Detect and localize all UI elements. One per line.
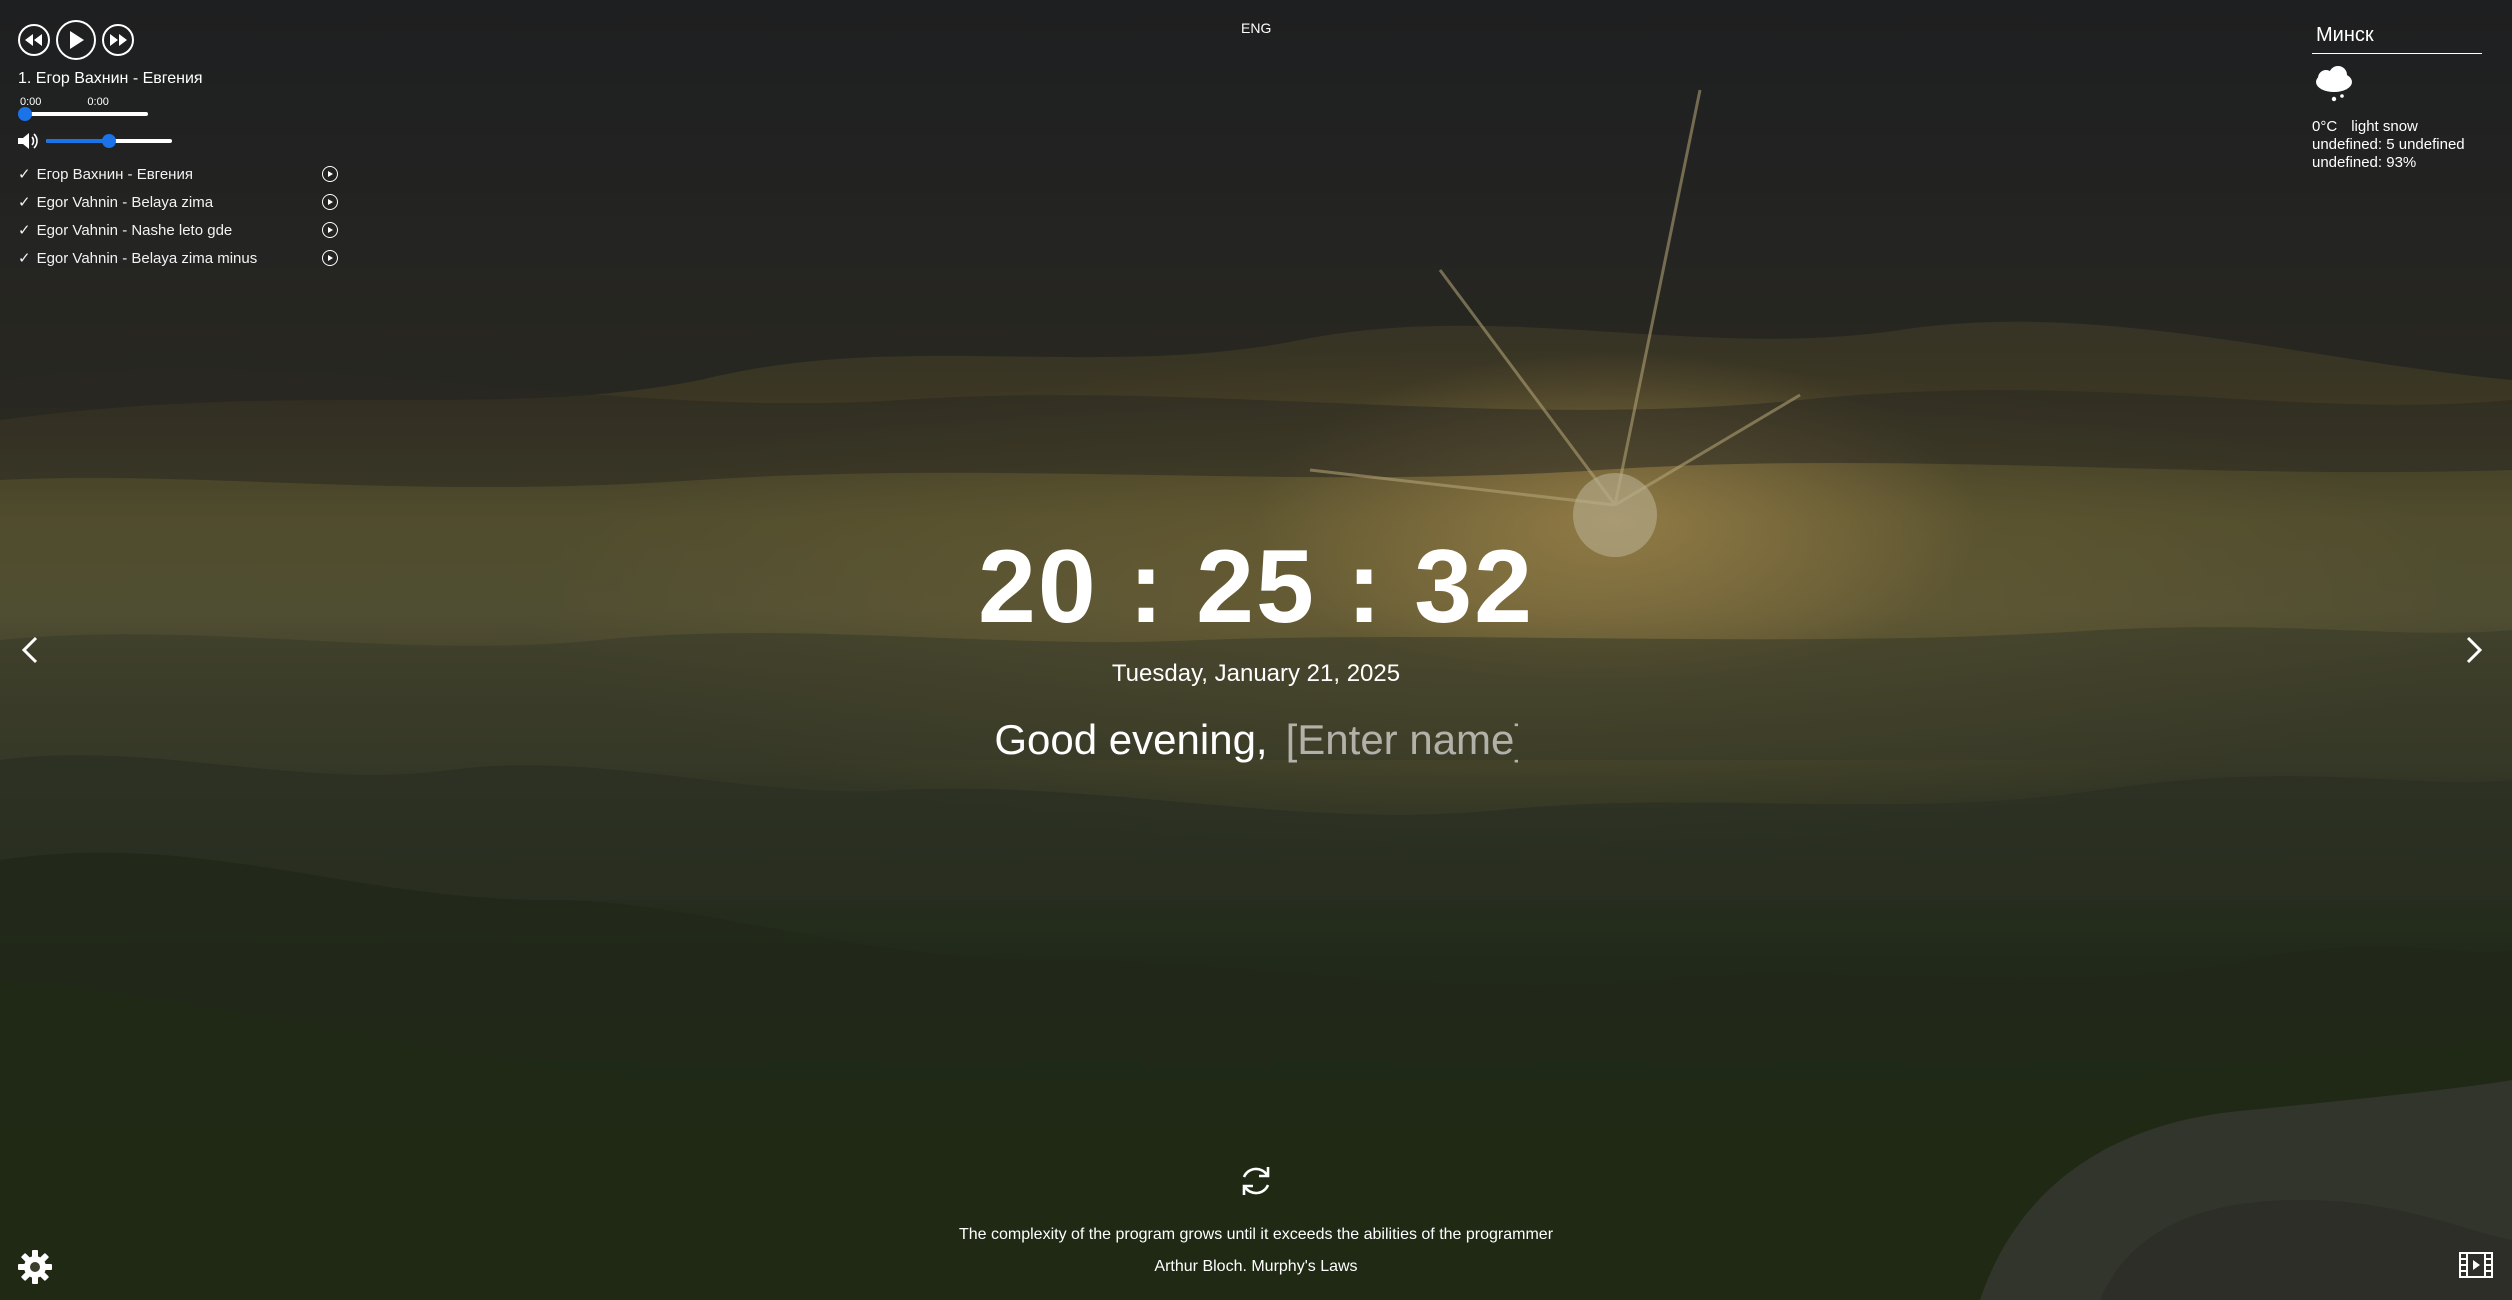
play-circle-icon[interactable] [322, 166, 338, 182]
film-icon [2459, 1252, 2493, 1278]
weather-widget: 0°C light snow undefined: 5 undefined un… [2312, 22, 2484, 172]
playlist-item[interactable]: ✓ Egor Vahnin - Belaya zima minus [18, 244, 338, 272]
playlist-item-title: Егор Вахнин - Евгения [36, 165, 193, 183]
time-total: 0:00 [87, 96, 109, 108]
cloud-snow-icon [2312, 66, 2356, 106]
volume-icon[interactable] [18, 132, 38, 150]
audio-player: 1. Егор Вахнин - Евгения 0:00 0:00 ✓ Его… [18, 20, 338, 272]
check-icon: ✓ [18, 166, 31, 183]
playlist-item-title: Egor Vahnin - Belaya zima minus [36, 249, 258, 267]
quote-author: Arthur Bloch. Murphy's Laws [1154, 1258, 1358, 1275]
check-icon: ✓ [18, 194, 31, 211]
check-icon: ✓ [18, 250, 31, 267]
clock-date: Tuesday, January 21, 2025 [1111, 660, 1401, 687]
play-circle-icon[interactable] [322, 194, 338, 210]
quote-text: The complexity of the program grows unti… [958, 1226, 1554, 1243]
clock-time: 20 : 25 : 32 [978, 529, 1534, 645]
player-controls [18, 20, 338, 60]
weather-temperature: 0°C [2312, 118, 2338, 135]
volume-slider[interactable] [46, 134, 172, 148]
language-toggle[interactable]: ENG [1241, 20, 1271, 36]
refresh-icon [1242, 1167, 1270, 1195]
gear-icon [18, 1250, 52, 1284]
playlist-item-title: Egor Vahnin - Nashe leto gde [36, 221, 233, 239]
current-track-title: 1. Егор Вахнин - Евгения [18, 70, 203, 87]
city-input[interactable] [2312, 22, 2482, 54]
rewind-icon [25, 34, 42, 46]
play-icon [70, 31, 84, 49]
play-circle-icon[interactable] [322, 250, 338, 266]
playlist-item[interactable]: ✓ Egor Vahnin - Belaya zima [18, 188, 338, 216]
weather-humidity: undefined: 93% [2312, 154, 2417, 171]
play-circle-icon[interactable] [322, 222, 338, 238]
refresh-quote-button[interactable] [1237, 1162, 1275, 1200]
background-landscape [0, 0, 2512, 1300]
next-track-button[interactable] [102, 24, 134, 56]
previous-track-button[interactable] [18, 24, 50, 56]
greeting-text: Good evening, [994, 716, 1268, 763]
play-button[interactable] [56, 20, 96, 60]
progress-slider-handle[interactable] [18, 107, 32, 121]
playlist-item-title: Egor Vahnin - Belaya zima [36, 193, 214, 211]
playlist-item[interactable]: ✓ Егор Вахнин - Евгения [18, 160, 338, 188]
background-source-button[interactable] [2458, 1250, 2494, 1280]
settings-button[interactable] [16, 1248, 54, 1286]
track-time: 0:00 0:00 [20, 96, 338, 108]
track-progress-slider[interactable] [18, 107, 148, 121]
playlist: ✓ Егор Вахнин - Евгения ✓ Egor Vahnin - … [18, 160, 338, 272]
check-icon: ✓ [18, 222, 31, 239]
weather-wind: undefined: 5 undefined [2312, 136, 2465, 153]
volume-slider-fill [46, 139, 109, 143]
background-dim-overlay [0, 0, 2512, 1300]
weather-description: light snow [2351, 118, 2418, 135]
playlist-item[interactable]: ✓ Egor Vahnin - Nashe leto gde [18, 216, 338, 244]
volume-control [18, 132, 338, 150]
name-input[interactable] [1285, 716, 1518, 764]
greeting: Good evening, [0, 716, 2512, 764]
volume-slider-handle[interactable] [102, 134, 116, 148]
fast-forward-icon [110, 34, 127, 46]
